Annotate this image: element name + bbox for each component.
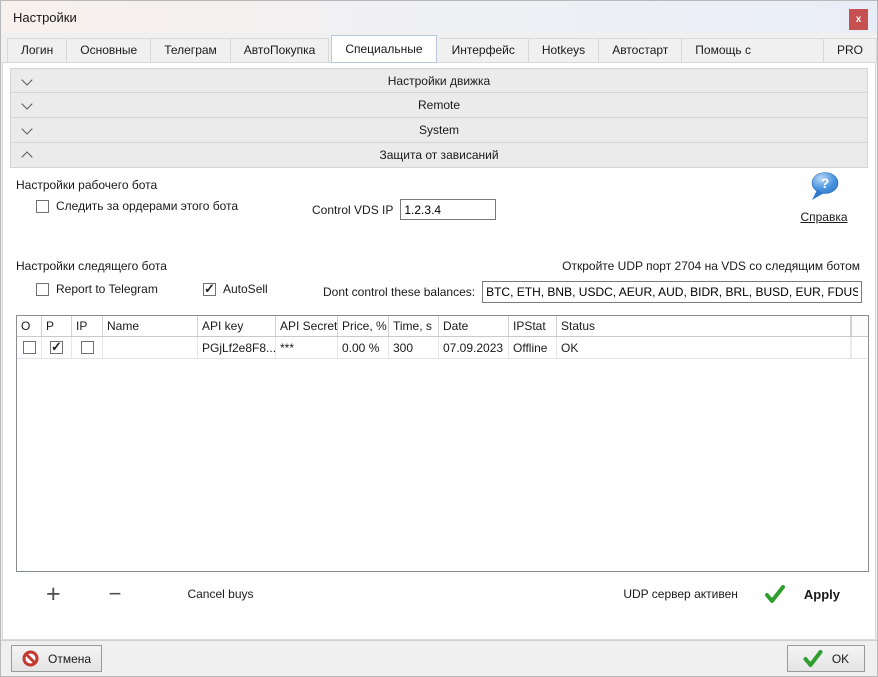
cell-ipstat: Offline xyxy=(509,337,557,358)
report-telegram-checkbox[interactable] xyxy=(36,283,49,296)
tab-setup-help[interactable]: Помощь с настройкой xyxy=(682,38,824,62)
col-header-status[interactable]: Status xyxy=(557,316,851,336)
apply-button[interactable]: Apply xyxy=(804,587,840,602)
tab-strip: Логин Основные Телеграм АвтоПокупка Спец… xyxy=(1,33,877,62)
section-label: Защита от зависаний xyxy=(11,148,867,162)
tab-telegram[interactable]: Телеграм xyxy=(151,38,231,62)
col-header-date[interactable]: Date xyxy=(439,316,509,336)
settings-window: Настройки x Логин Основные Телеграм Авто… xyxy=(0,0,878,677)
close-button[interactable]: x xyxy=(849,9,868,30)
balances-input[interactable] xyxy=(482,281,862,303)
add-row-button[interactable]: + xyxy=(46,581,61,607)
remove-row-button[interactable]: − xyxy=(109,581,122,607)
bots-table: O P IP Name API key API Secret Price, % … xyxy=(16,315,869,572)
row-o-checkbox[interactable] xyxy=(23,341,36,354)
cell-date: 07.09.2023 xyxy=(439,337,509,358)
cancel-button[interactable]: Отмена xyxy=(11,645,102,672)
close-icon: x xyxy=(856,14,862,25)
col-header-price[interactable]: Price, % xyxy=(338,316,389,336)
tab-page-special: Настройки движка Remote System Защита от… xyxy=(2,62,876,640)
tab-autobuy[interactable]: АвтоПокупка xyxy=(231,38,330,62)
cancel-button-label: Отмена xyxy=(48,652,91,666)
table-header-row: O P IP Name API key API Secret Price, % … xyxy=(17,316,868,337)
control-vds-ip-input[interactable] xyxy=(400,199,496,220)
col-header-ip[interactable]: IP xyxy=(72,316,103,336)
ok-button-label: OK xyxy=(832,652,849,666)
tab-interface[interactable]: Интерфейс xyxy=(439,38,529,62)
balances-label: Dont control these balances: xyxy=(323,285,475,299)
help-area: ? Справка xyxy=(794,172,854,224)
help-bubble-icon[interactable]: ? xyxy=(807,172,841,202)
col-header-time[interactable]: Time, s xyxy=(389,316,439,336)
cell-name xyxy=(103,337,198,358)
hang-protection-panel: Настройки рабочего бота Следить за ордер… xyxy=(10,168,868,639)
help-link[interactable]: Справка xyxy=(800,210,847,224)
col-header-p[interactable]: P xyxy=(42,316,72,336)
section-label: Настройки движка xyxy=(11,74,867,88)
tab-special[interactable]: Специальные xyxy=(331,35,436,63)
control-vds-ip-label: Control VDS IP xyxy=(312,203,393,217)
section-label: System xyxy=(11,123,867,137)
cell-status: OK xyxy=(557,337,851,358)
report-telegram-label: Report to Telegram xyxy=(56,282,158,296)
udp-port-hint: Откройте UDP порт 2704 на VDS со следящи… xyxy=(562,259,860,273)
follow-orders-checkbox[interactable] xyxy=(36,200,49,213)
col-header-api-secret[interactable]: API Secret xyxy=(276,316,338,336)
follow-orders-label: Следить за ордерами этого бота xyxy=(56,199,238,213)
header-scrollbar-stub xyxy=(851,316,868,336)
row-ip-checkbox[interactable] xyxy=(81,341,94,354)
table-row[interactable]: PGjLf2e8F8... *** 0.00 % 300 07.09.2023 … xyxy=(17,337,868,359)
ok-button[interactable]: OK xyxy=(787,645,865,672)
cell-api-secret: *** xyxy=(276,337,338,358)
svg-text:?: ? xyxy=(821,175,830,191)
row-p-checkbox[interactable] xyxy=(50,341,63,354)
title-bar: Настройки x xyxy=(1,1,877,33)
cell-time: 300 xyxy=(389,337,439,358)
tab-main[interactable]: Основные xyxy=(67,38,151,62)
watcher-bot-group-label: Настройки следящего бота xyxy=(16,259,167,273)
window-title: Настройки xyxy=(13,10,77,25)
tab-login[interactable]: Логин xyxy=(7,38,67,62)
cell-price: 0.00 % xyxy=(338,337,389,358)
section-header-engine[interactable]: Настройки движка xyxy=(10,68,868,93)
tab-autostart[interactable]: Автостарт xyxy=(599,38,682,62)
section-label: Remote xyxy=(11,98,867,112)
section-header-remote[interactable]: Remote xyxy=(10,93,868,118)
ok-check-icon xyxy=(803,650,823,668)
table-actions-row: + − Cancel buys UDP сервер активен Apply xyxy=(16,578,862,610)
tab-hotkeys[interactable]: Hotkeys xyxy=(529,38,599,62)
cell-api-key: PGjLf2e8F8... xyxy=(198,337,276,358)
footer-bar: Отмена OK xyxy=(1,640,877,676)
udp-active-check-icon xyxy=(764,585,786,604)
autosell-checkbox[interactable] xyxy=(203,283,216,296)
row-scrollbar-stub xyxy=(851,337,868,358)
prohibition-icon xyxy=(22,650,39,667)
cancel-buys-button[interactable]: Cancel buys xyxy=(187,587,253,601)
col-header-name[interactable]: Name xyxy=(103,316,198,336)
col-header-ipstat[interactable]: IPStat xyxy=(509,316,557,336)
udp-server-status: UDP сервер активен xyxy=(623,587,738,601)
tab-pro[interactable]: PRO xyxy=(824,38,877,62)
col-header-o[interactable]: O xyxy=(17,316,42,336)
col-header-api-key[interactable]: API key xyxy=(198,316,276,336)
autosell-label: AutoSell xyxy=(223,282,268,296)
section-header-system[interactable]: System xyxy=(10,118,868,143)
worker-bot-group-label: Настройки рабочего бота xyxy=(16,178,157,192)
section-header-hang-protection[interactable]: Защита от зависаний xyxy=(10,143,868,168)
